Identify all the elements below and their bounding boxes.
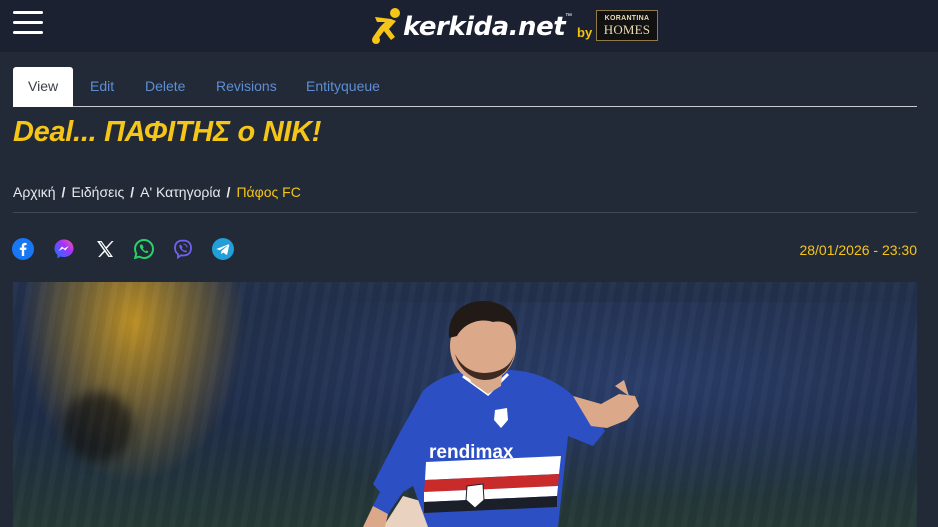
tab-view[interactable]: View [13, 67, 74, 107]
telegram-icon[interactable] [212, 238, 234, 260]
logo-text: kerkida.net [403, 12, 566, 42]
x-icon[interactable] [94, 238, 116, 260]
breadcrumb-separator: / [226, 184, 231, 200]
viber-icon[interactable] [172, 238, 194, 260]
breadcrumb-news[interactable]: Ειδήσεις [71, 184, 124, 200]
divider [13, 212, 917, 213]
tab-entityqueue[interactable]: Entityqueue [306, 67, 380, 106]
tab-revisions[interactable]: Revisions [216, 67, 277, 106]
logo-trademark: ™ [565, 13, 572, 20]
site-header: kerkida.net ™ by KORANTINA HOMES [0, 0, 938, 52]
admin-tabs: View Edit Delete Revisions Entityqueue [13, 67, 917, 107]
tab-delete[interactable]: Delete [145, 67, 185, 106]
whatsapp-icon[interactable] [133, 238, 155, 260]
article-date: 28/01/2026 - 23:30 [799, 242, 917, 258]
footballer-photo: rendimax [363, 300, 639, 527]
breadcrumb-home[interactable]: Αρχική [13, 184, 56, 200]
messenger-icon[interactable] [53, 238, 75, 260]
logo-by: by [577, 25, 593, 40]
tab-edit[interactable]: Edit [90, 67, 114, 106]
breadcrumb-category[interactable]: Α' Κατηγορία [140, 184, 220, 200]
article-image: rendimax [13, 282, 917, 527]
partner-logo: KORANTINA HOMES [596, 10, 658, 41]
breadcrumb-separator: / [130, 184, 135, 200]
partner-name-bottom: HOMES [603, 22, 651, 37]
footballer-logo-icon [372, 8, 400, 44]
breadcrumb-separator: / [61, 184, 66, 200]
menu-icon[interactable] [13, 11, 43, 35]
breadcrumb: Αρχική / Ειδήσεις / Α' Κατηγορία / Πάφος FC [13, 184, 301, 202]
facebook-icon[interactable] [12, 238, 34, 260]
breadcrumb-current: Πάφος FC [236, 184, 301, 200]
shirt-sponsor-text: rendimax [429, 442, 514, 463]
article-title: Deal... ΠΑΦΙΤΗΣ ο ΝΙΚ! [13, 116, 322, 148]
site-logo[interactable]: kerkida.net ™ by KORANTINA HOMES [369, 5, 669, 47]
